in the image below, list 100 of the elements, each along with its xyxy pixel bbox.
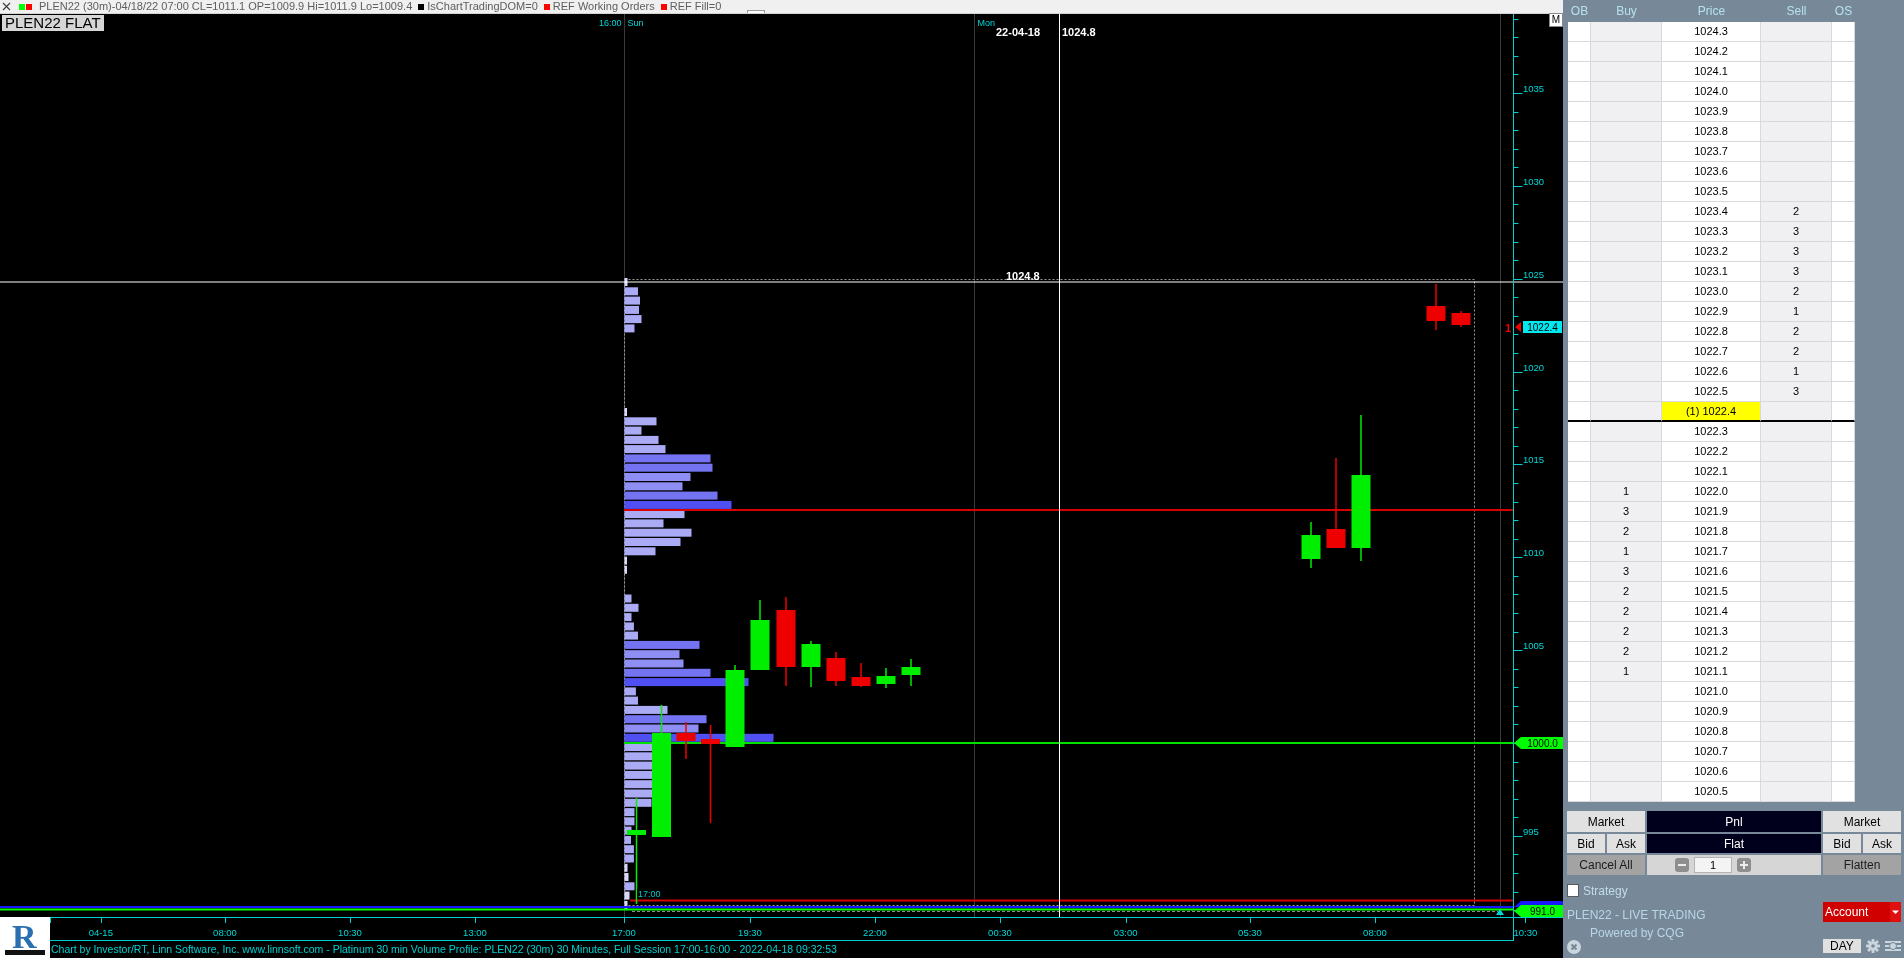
table-cell[interactable] [1591, 262, 1662, 282]
table-cell[interactable] [1761, 42, 1832, 62]
table-cell[interactable] [1591, 242, 1662, 262]
table-cell[interactable] [1591, 82, 1662, 102]
account-dropdown[interactable]: Account [1823, 902, 1901, 922]
table-cell[interactable] [1591, 282, 1662, 302]
close-icon[interactable] [2, 2, 11, 11]
table-cell[interactable]: 1 [1761, 302, 1832, 322]
table-cell[interactable] [1591, 142, 1662, 162]
table-cell[interactable]: 3 [1591, 562, 1662, 582]
table-cell[interactable] [1761, 182, 1832, 202]
table-cell[interactable] [1761, 402, 1832, 422]
table-cell[interactable] [1761, 702, 1832, 722]
table-cell[interactable] [1761, 582, 1832, 602]
table-cell[interactable] [1761, 82, 1832, 102]
table-cell[interactable]: 3 [1761, 262, 1832, 282]
ask-button[interactable]: Ask [1863, 834, 1901, 853]
table-cell[interactable] [1591, 422, 1662, 442]
table-cell[interactable]: 1 [1591, 542, 1662, 562]
table-cell[interactable] [1591, 682, 1662, 702]
table-cell[interactable]: 3 [1761, 382, 1832, 402]
settings-icon[interactable] [1866, 939, 1880, 953]
table-cell[interactable] [1761, 602, 1832, 622]
table-cell[interactable]: 2 [1761, 322, 1832, 342]
table-cell[interactable] [1591, 342, 1662, 362]
table-cell[interactable] [1761, 422, 1832, 442]
table-cell[interactable] [1591, 762, 1662, 782]
table-cell[interactable] [1761, 442, 1832, 462]
table-cell[interactable] [1761, 102, 1832, 122]
table-cell[interactable] [1761, 142, 1832, 162]
table-cell[interactable] [1761, 762, 1832, 782]
table-cell[interactable] [1761, 162, 1832, 182]
table-cell[interactable] [1761, 622, 1832, 642]
table-cell[interactable] [1591, 442, 1662, 462]
table-cell[interactable]: 2 [1591, 522, 1662, 542]
table-cell[interactable] [1761, 502, 1832, 522]
table-cell[interactable] [1761, 782, 1832, 802]
market-button[interactable]: Market [1823, 811, 1901, 832]
bid-button[interactable]: Bid [1567, 834, 1605, 853]
strategy-checkbox[interactable] [1567, 884, 1579, 897]
table-cell[interactable] [1591, 102, 1662, 122]
triangle-marker-icon [1496, 909, 1504, 915]
table-cell[interactable] [1591, 222, 1662, 242]
table-cell[interactable] [1591, 202, 1662, 222]
table-cell[interactable] [1761, 722, 1832, 742]
table-cell[interactable] [1591, 402, 1662, 422]
table-cell[interactable] [1591, 122, 1662, 142]
cancel-all-button[interactable]: Cancel All [1567, 855, 1645, 875]
table-cell[interactable] [1761, 682, 1832, 702]
table-cell[interactable] [1591, 162, 1662, 182]
table-cell[interactable]: 1 [1761, 362, 1832, 382]
day-button[interactable]: DAY [1823, 939, 1861, 953]
table-cell[interactable] [1761, 62, 1832, 82]
minus-icon[interactable] [1675, 858, 1689, 872]
table-cell[interactable] [1761, 642, 1832, 662]
table-cell[interactable]: 2 [1761, 282, 1832, 302]
table-cell[interactable] [1591, 322, 1662, 342]
market-button[interactable]: Market [1567, 811, 1645, 832]
table-cell [1568, 602, 1591, 622]
table-cell[interactable] [1761, 522, 1832, 542]
table-cell[interactable]: 3 [1761, 242, 1832, 262]
table-cell[interactable]: 2 [1761, 202, 1832, 222]
table-cell[interactable] [1591, 722, 1662, 742]
mode-button[interactable]: M [1549, 13, 1563, 27]
table-cell[interactable] [1591, 362, 1662, 382]
table-cell[interactable]: 2 [1591, 582, 1662, 602]
table-cell[interactable]: 1 [1591, 662, 1662, 682]
table-cell[interactable]: 3 [1591, 502, 1662, 522]
table-cell[interactable] [1761, 662, 1832, 682]
table-cell[interactable]: 2 [1591, 622, 1662, 642]
table-cell[interactable]: 3 [1761, 222, 1832, 242]
table-cell[interactable] [1591, 702, 1662, 722]
plus-icon[interactable] [1737, 858, 1751, 872]
table-cell[interactable] [1591, 462, 1662, 482]
bid-button[interactable]: Bid [1823, 834, 1861, 853]
table-cell[interactable] [1761, 22, 1832, 42]
flatten-button[interactable]: Flatten [1823, 855, 1901, 875]
table-cell[interactable] [1591, 742, 1662, 762]
table-cell[interactable]: 2 [1591, 602, 1662, 622]
table-cell: 1023.7 [1662, 142, 1761, 162]
resize-handle[interactable] [747, 10, 765, 13]
sliders-icon[interactable] [1885, 939, 1901, 953]
ask-button[interactable]: Ask [1607, 834, 1645, 853]
table-cell[interactable] [1591, 782, 1662, 802]
table-cell[interactable]: 2 [1591, 642, 1662, 662]
table-cell[interactable] [1761, 542, 1832, 562]
table-cell[interactable] [1591, 382, 1662, 402]
table-cell[interactable] [1591, 22, 1662, 42]
table-cell[interactable] [1761, 562, 1832, 582]
table-cell[interactable] [1761, 122, 1832, 142]
table-cell[interactable] [1761, 482, 1832, 502]
table-cell[interactable] [1761, 462, 1832, 482]
table-cell[interactable] [1591, 62, 1662, 82]
quantity-field[interactable]: 1 [1694, 857, 1732, 873]
table-cell[interactable] [1591, 182, 1662, 202]
table-cell[interactable] [1761, 742, 1832, 762]
table-cell[interactable]: 1 [1591, 482, 1662, 502]
table-cell[interactable]: 2 [1761, 342, 1832, 362]
table-cell[interactable] [1591, 302, 1662, 322]
table-cell[interactable] [1591, 42, 1662, 62]
